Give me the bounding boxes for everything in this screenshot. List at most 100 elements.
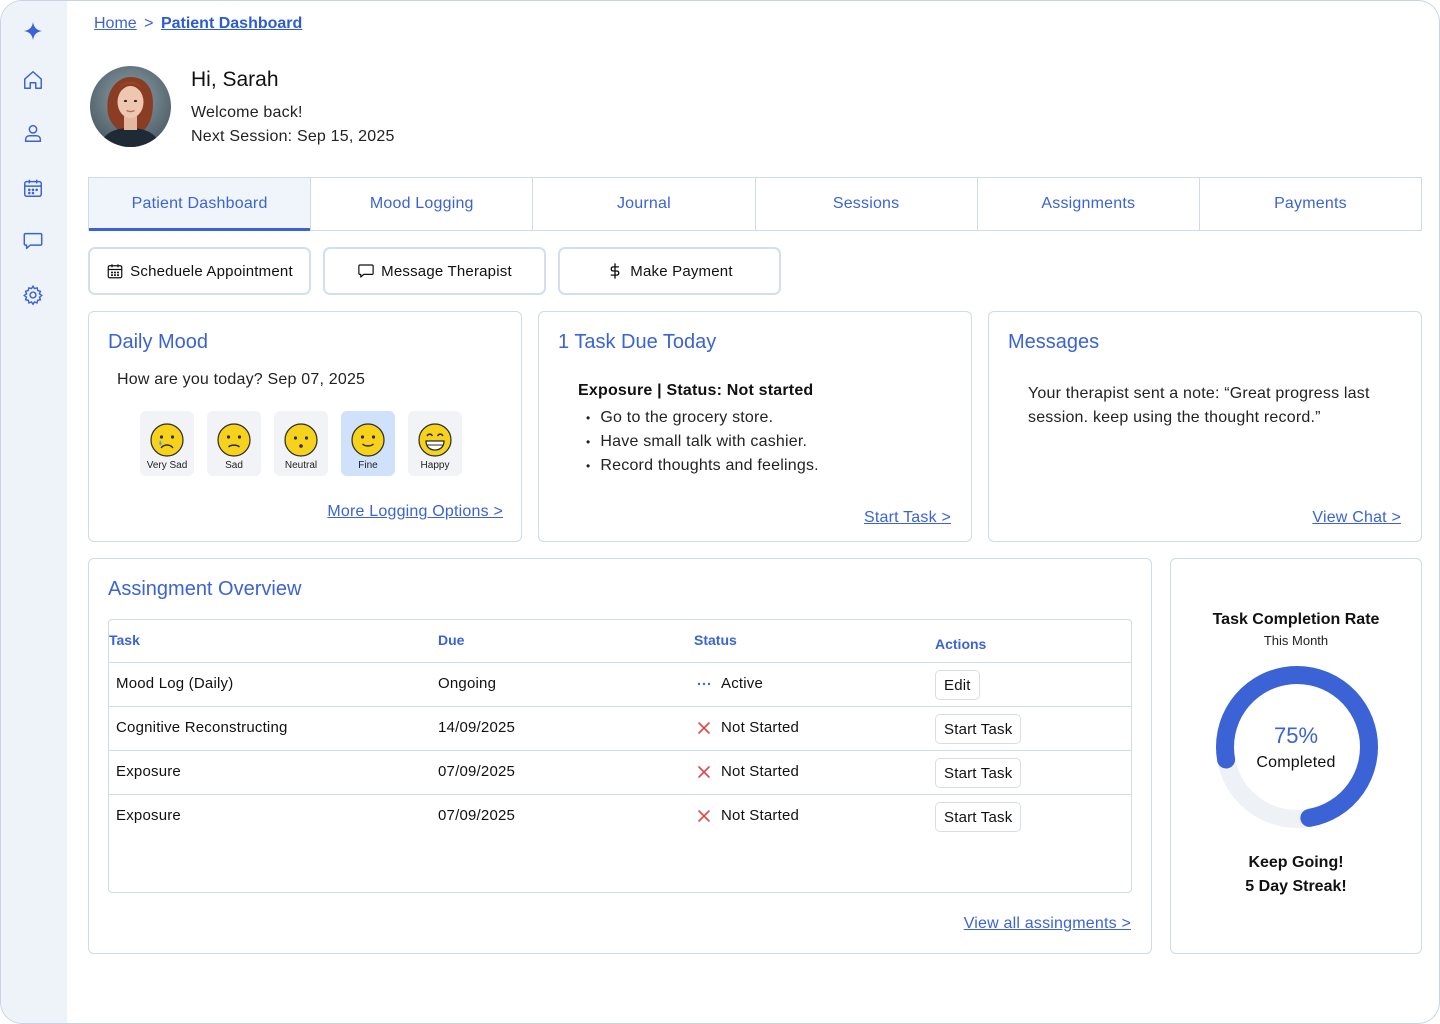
chat-icon — [358, 264, 374, 278]
user-icon[interactable] — [20, 120, 46, 146]
completion-title: Task Completion Rate — [1212, 611, 1380, 628]
assignments-table: Task Due Status Actions Mood Log (Daily)… — [108, 619, 1132, 893]
status-cell: Active — [721, 675, 764, 692]
calendar-icon[interactable] — [20, 175, 46, 201]
assignment-overview-card: Assingment Overview Task Due Status Acti… — [88, 558, 1152, 954]
status-cell: Not Started — [721, 719, 800, 736]
avatar — [90, 66, 171, 147]
streak-count: 5 Day Streak! — [1245, 878, 1347, 895]
greeting-title: Hi, Sarah — [191, 68, 279, 91]
next-session-text: Next Session: Sep 15, 2025 — [191, 128, 395, 145]
sparkle-icon[interactable] — [20, 18, 46, 44]
grinning-face-icon — [418, 423, 452, 457]
due-cell: 07/09/2025 — [438, 763, 516, 780]
assignment-overview-title: Assingment Overview — [108, 578, 302, 600]
view-all-assignments-link[interactable]: View all assingments > — [964, 915, 1131, 933]
crying-face-icon — [150, 423, 184, 457]
completion-subtitle: This Month — [1263, 633, 1329, 648]
task-cell: Exposure — [116, 763, 181, 780]
start-task-button[interactable]: Start Task — [935, 714, 1022, 744]
column-header-due: Due — [438, 632, 465, 648]
make-payment-label: Make Payment — [630, 262, 733, 280]
mood-fine-button[interactable]: Fine — [341, 411, 395, 476]
tab-sessions[interactable]: Sessions — [756, 178, 978, 230]
task-cell: Mood Log (Daily) — [116, 675, 234, 692]
task-heading: Exposure | Status: Not started — [578, 382, 813, 400]
therapist-note: Your therapist sent a note: “Great progr… — [1028, 385, 1370, 426]
breadcrumb-separator: > — [144, 15, 154, 32]
breadcrumb-home-link[interactable]: Home — [94, 15, 137, 32]
mood-neutral-button[interactable]: Neutral — [274, 411, 328, 476]
gear-icon[interactable] — [20, 282, 46, 308]
task-due-card: 1 Task Due Today Exposure | Status: Not … — [538, 311, 972, 542]
tab-patient-dashboard[interactable]: Patient Dashboard — [89, 178, 312, 231]
task-status: Status: Not started — [666, 382, 814, 399]
make-payment-button[interactable]: Make Payment — [558, 247, 781, 295]
x-icon — [698, 722, 710, 734]
list-item: Have small talk with cashier. — [586, 430, 819, 454]
table-row: Cognitive Reconstructing 14/09/2025 Not … — [109, 706, 1131, 750]
start-task-button[interactable]: Start Task — [935, 758, 1022, 788]
breadcrumb: Home > Patient Dashboard — [94, 15, 302, 33]
due-cell: 07/09/2025 — [438, 807, 516, 824]
column-header-task: Task — [109, 632, 140, 648]
tab-bar: Patient Dashboard Mood Logging Journal S… — [88, 177, 1422, 231]
view-chat-link[interactable]: View Chat > — [1312, 509, 1401, 527]
streak-encouragement: Keep Going! — [1248, 854, 1344, 871]
mood-label: Sad — [225, 460, 243, 471]
mood-very-sad-button[interactable]: Very Sad — [140, 411, 194, 476]
tab-journal[interactable]: Journal — [533, 178, 756, 230]
dollar-icon — [610, 263, 620, 279]
mood-happy-button[interactable]: Happy — [408, 411, 462, 476]
task-due-title: 1 Task Due Today — [558, 331, 717, 353]
daily-mood-title: Daily Mood — [108, 331, 209, 353]
daily-mood-card: Daily Mood How are you today? Sep 07, 20… — [88, 311, 522, 542]
schedule-appointment-button[interactable]: Scheduele Appointment — [88, 247, 311, 295]
completion-label: Completed — [1256, 754, 1336, 771]
completion-percent: 75% — [1273, 723, 1319, 748]
status-cell: Not Started — [721, 763, 800, 780]
neutral-face-icon — [284, 423, 318, 457]
column-header-status: Status — [694, 632, 737, 648]
mood-label: Very Sad — [146, 460, 188, 471]
app-window: Home > Patient Dashboard Hi, Sarah Welco… — [0, 0, 1440, 1024]
status-cell: Not Started — [721, 807, 800, 824]
messages-title: Messages — [1008, 331, 1100, 353]
x-icon — [698, 810, 710, 822]
slight-smile-face-icon — [351, 423, 385, 457]
mood-label: Happy — [420, 460, 450, 471]
table-row: Exposure 07/09/2025 Not Started Start Ta… — [109, 750, 1131, 794]
messages-card: Messages Your therapist sent a note: “Gr… — [988, 311, 1422, 542]
task-cell: Exposure — [116, 807, 181, 824]
due-cell: Ongoing — [438, 675, 497, 692]
column-header-actions: Actions — [935, 636, 987, 652]
breadcrumb-current-link[interactable]: Patient Dashboard — [161, 15, 302, 32]
chat-icon[interactable] — [20, 228, 46, 254]
welcome-text: Welcome back! — [191, 104, 303, 121]
task-cell: Cognitive Reconstructing — [116, 719, 288, 736]
mood-label: Fine — [358, 460, 378, 471]
schedule-appointment-label: Scheduele Appointment — [130, 262, 293, 280]
more-logging-options-link[interactable]: More Logging Options > — [327, 503, 503, 521]
edit-button[interactable]: Edit — [935, 670, 980, 700]
ellipsis-icon — [697, 682, 711, 686]
mood-sad-button[interactable]: Sad — [207, 411, 261, 476]
tab-assignments[interactable]: Assignments — [978, 178, 1200, 230]
sidebar — [1, 1, 67, 1023]
tab-mood-logging[interactable]: Mood Logging — [311, 178, 534, 230]
task-name: Exposure | — [578, 382, 667, 399]
table-row: Exposure 07/09/2025 Not Started Start Ta… — [109, 794, 1131, 838]
calendar-icon — [107, 264, 123, 279]
mood-label: Neutral — [284, 460, 318, 471]
tab-payments[interactable]: Payments — [1200, 178, 1421, 230]
start-task-button[interactable]: Start Task — [935, 802, 1022, 832]
message-therapist-button[interactable]: Message Therapist — [323, 247, 546, 295]
table-row: Mood Log (Daily) Ongoing Active Edit — [109, 662, 1131, 706]
start-task-link[interactable]: Start Task > — [864, 509, 951, 527]
completion-rate-card: Task Completion Rate This Month 75% Comp… — [1170, 558, 1422, 954]
list-item: Go to the grocery store. — [586, 406, 819, 430]
sad-face-icon — [217, 423, 251, 457]
home-icon[interactable] — [20, 67, 46, 93]
mood-question: How are you today? Sep 07, 2025 — [117, 371, 366, 388]
due-cell: 14/09/2025 — [438, 719, 516, 736]
